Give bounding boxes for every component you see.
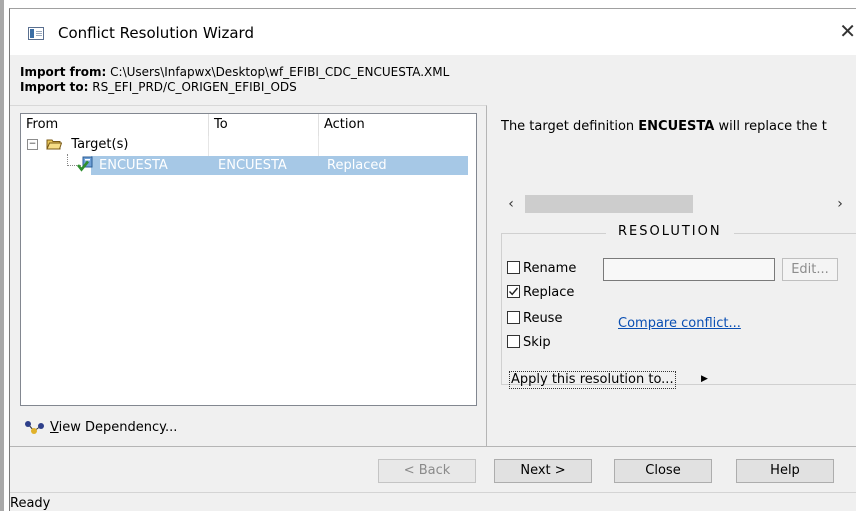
tree-row-encuesta[interactable]: ENCUESTA ENCUESTA Replaced bbox=[21, 154, 468, 175]
tree-node-targets[interactable]: − Target(s) bbox=[27, 136, 128, 154]
apply-resolution-button[interactable]: Apply this resolution to... bbox=[509, 371, 676, 389]
import-from-label: Import from: bbox=[20, 65, 107, 79]
skip-label: Skip bbox=[523, 335, 551, 350]
import-to-path: RS_EFI_PRD/C_ORIGEN_EFIBI_ODS bbox=[92, 80, 297, 94]
help-button[interactable]: Help bbox=[736, 459, 834, 483]
scroll-left-icon[interactable]: ‹ bbox=[501, 193, 521, 215]
checkmark-icon bbox=[508, 287, 519, 296]
resolution-legend: RESOLUTION bbox=[606, 224, 734, 239]
reuse-option[interactable]: Reuse bbox=[507, 310, 562, 328]
folder-icon bbox=[46, 138, 63, 150]
tree-node-targets-label: Target(s) bbox=[71, 137, 129, 152]
conflict-description: The target definition ENCUESTA will repl… bbox=[501, 119, 827, 134]
description-target-name: ENCUESTA bbox=[638, 119, 715, 134]
collapse-icon[interactable]: − bbox=[27, 139, 38, 150]
conflict-tree-pane: From To Action − Target(s) ENCUESTA ENCU… bbox=[10, 105, 487, 447]
submenu-arrow-icon[interactable]: ▶ bbox=[701, 371, 708, 387]
row-to-cell: ENCUESTA bbox=[218, 158, 287, 173]
next-button[interactable]: Next > bbox=[494, 459, 592, 483]
rename-option[interactable]: Rename bbox=[507, 260, 576, 278]
import-from-path: C:\Users\Infapwx\Desktop\wf_EFIBI_CDC_EN… bbox=[110, 65, 450, 79]
description-scrollbar[interactable]: ‹ › bbox=[501, 193, 856, 215]
reuse-checkbox[interactable] bbox=[507, 311, 520, 324]
status-text: Ready bbox=[10, 496, 51, 511]
back-button[interactable]: < Back bbox=[378, 459, 476, 483]
reuse-label: Reuse bbox=[523, 311, 563, 326]
conflict-tree[interactable]: From To Action − Target(s) ENCUESTA ENCU… bbox=[20, 113, 477, 406]
resolution-group: RESOLUTION Rename Edit... Replace Reuse … bbox=[501, 224, 856, 389]
conflict-resolution-dialog: Conflict Resolution Wizard ✕ Import from… bbox=[9, 8, 856, 511]
import-to-label: Import to: bbox=[20, 80, 89, 94]
title-bar[interactable]: Conflict Resolution Wizard ✕ bbox=[10, 9, 856, 55]
button-bar: < Back Next > Close Help bbox=[10, 446, 856, 493]
skip-option[interactable]: Skip bbox=[507, 334, 551, 352]
scroll-thumb[interactable] bbox=[525, 195, 693, 213]
view-dependency-label: iew Dependency... bbox=[58, 420, 178, 435]
replace-label: Replace bbox=[523, 285, 575, 300]
rename-label: Rename bbox=[523, 261, 577, 276]
target-definition-icon bbox=[76, 156, 93, 172]
close-button[interactable]: Close bbox=[614, 459, 712, 483]
status-bar: Ready bbox=[10, 492, 856, 513]
compare-conflict-link[interactable]: Compare conflict... bbox=[618, 316, 741, 331]
rename-input[interactable] bbox=[603, 258, 775, 281]
app-icon bbox=[28, 27, 44, 40]
row-action-cell: Replaced bbox=[327, 158, 387, 173]
description-suffix: will replace the t bbox=[714, 119, 827, 134]
import-info-panel: Import from: C:\Users\Infapwx\Desktop\wf… bbox=[10, 55, 856, 105]
scroll-right-icon[interactable]: › bbox=[830, 193, 850, 215]
row-from-cell: ENCUESTA bbox=[99, 158, 168, 173]
import-to-line: Import to: RS_EFI_PRD/C_ORIGEN_EFIBI_ODS bbox=[20, 80, 297, 94]
column-divider bbox=[208, 136, 209, 158]
edit-button[interactable]: Edit... bbox=[782, 258, 838, 281]
import-from-line: Import from: C:\Users\Infapwx\Desktop\wf… bbox=[20, 65, 449, 79]
replace-option[interactable]: Replace bbox=[507, 284, 574, 302]
description-prefix: The target definition bbox=[501, 119, 639, 134]
column-header-from[interactable]: From bbox=[21, 114, 208, 136]
view-dependency-accelerator: V bbox=[50, 420, 59, 435]
view-dependency-link[interactable]: View Dependency... bbox=[24, 418, 177, 438]
rename-checkbox[interactable] bbox=[507, 261, 520, 274]
window-title: Conflict Resolution Wizard bbox=[58, 24, 254, 42]
resolution-pane: The target definition ENCUESTA will repl… bbox=[487, 105, 856, 446]
dependency-icon bbox=[24, 420, 46, 436]
column-header-to[interactable]: To bbox=[208, 114, 318, 136]
column-header-action[interactable]: Action bbox=[318, 114, 468, 136]
replace-checkbox[interactable] bbox=[507, 285, 520, 298]
skip-checkbox[interactable] bbox=[507, 335, 520, 348]
window-outer-frame bbox=[0, 0, 4, 511]
close-icon[interactable]: ✕ bbox=[838, 19, 856, 43]
column-divider bbox=[318, 136, 319, 158]
